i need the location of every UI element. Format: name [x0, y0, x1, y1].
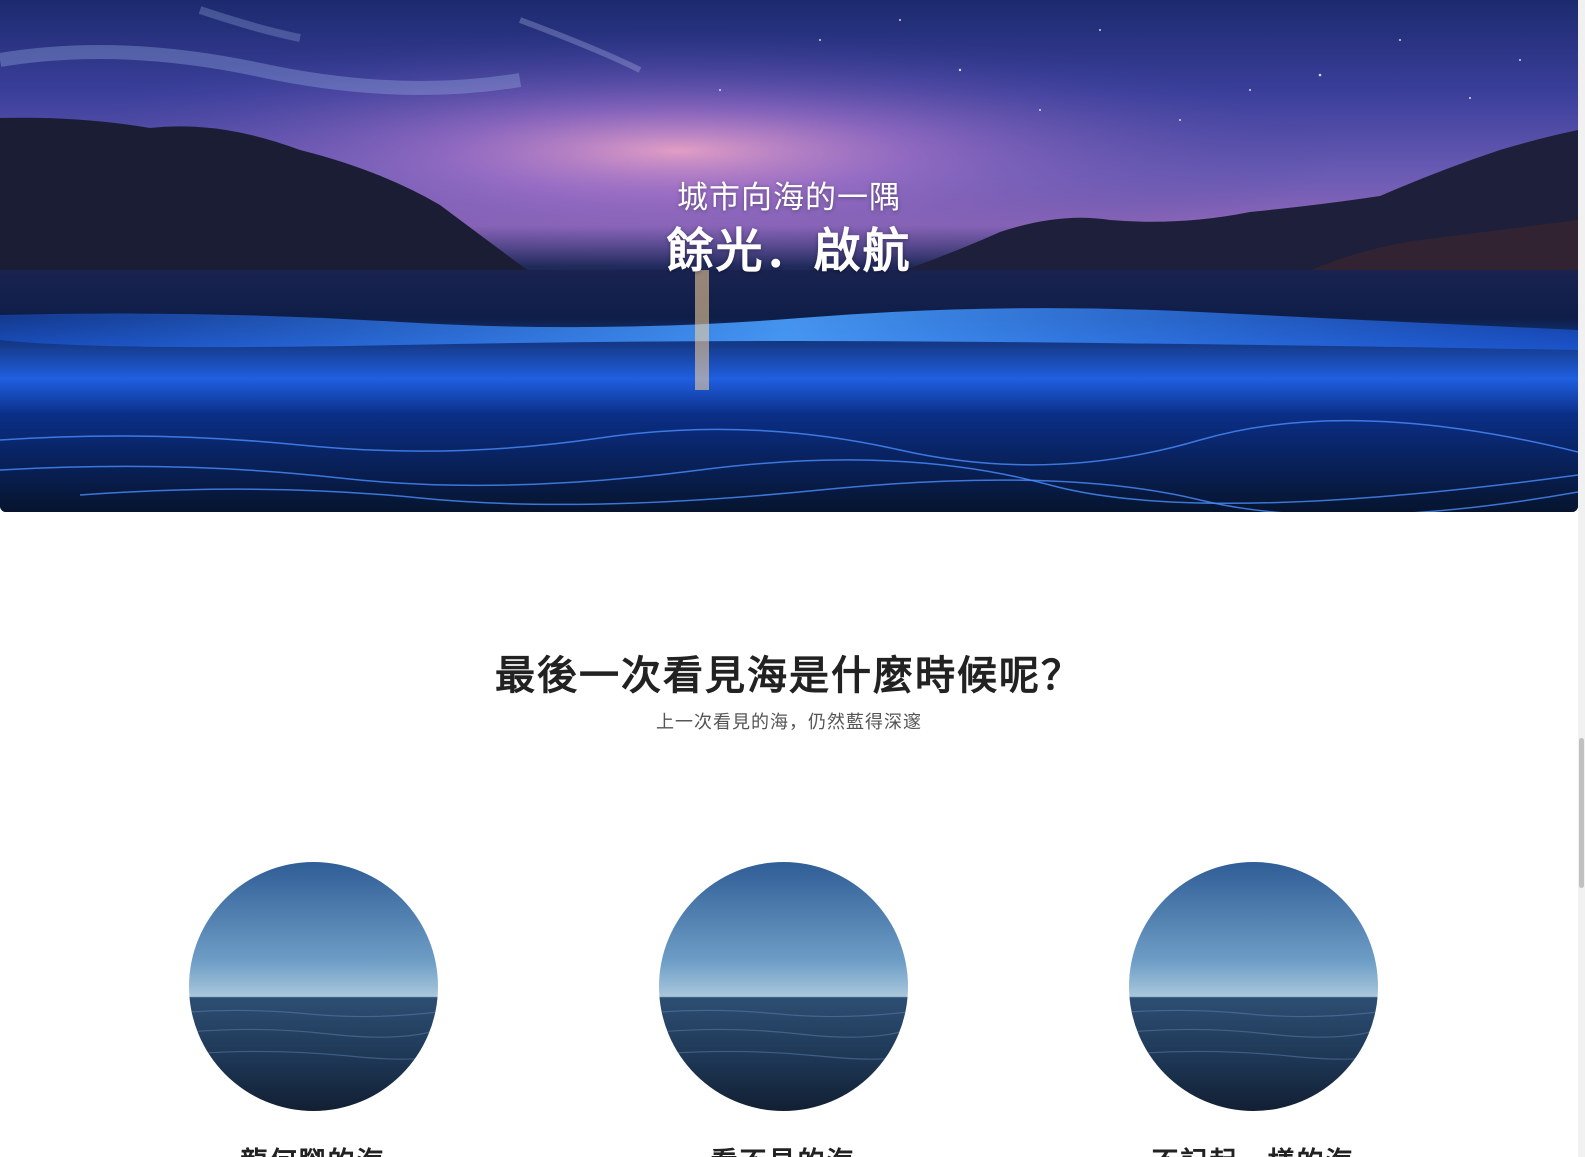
- card-2[interactable]: 看不見的海: [658, 862, 908, 1157]
- hero-subtitle: 城市向海的一隅: [677, 180, 901, 216]
- page: 城市向海的一隅 餘光．啟航 最後一次看見海是什麼時候呢？ 上一次看見的海，仍然藍…: [0, 0, 1585, 1157]
- vertical-scrollbar[interactable]: [1578, 0, 1585, 1157]
- hero-title: 餘光．啟航: [666, 224, 912, 279]
- section-header: 最後一次看見海是什麼時候呢？ 上一次看見的海，仍然藍得深邃: [0, 650, 1578, 736]
- card-3[interactable]: 不記起一樣的海: [1128, 862, 1378, 1157]
- ocean-photo: [1128, 862, 1378, 1111]
- hero-banner: 城市向海的一隅 餘光．啟航: [0, 0, 1578, 512]
- hero-text-block: 城市向海的一隅 餘光．啟航: [0, 176, 1578, 282]
- section-title: 最後一次看見海是什麼時候呢？: [495, 653, 1083, 699]
- card-1[interactable]: 龍何腳的海: [188, 862, 438, 1157]
- card-list: 龍何腳的海: [0, 862, 1578, 1157]
- section-subtitle: 上一次看見的海，仍然藍得深邃: [656, 712, 922, 733]
- card-title: 龍何腳的海: [188, 1145, 438, 1157]
- ocean-photo: [658, 862, 908, 1111]
- card-title: 看不見的海: [658, 1145, 908, 1157]
- ocean-photo: [188, 862, 438, 1111]
- scrollbar-thumb[interactable]: [1579, 738, 1584, 888]
- card-title: 不記起一樣的海: [1128, 1145, 1378, 1157]
